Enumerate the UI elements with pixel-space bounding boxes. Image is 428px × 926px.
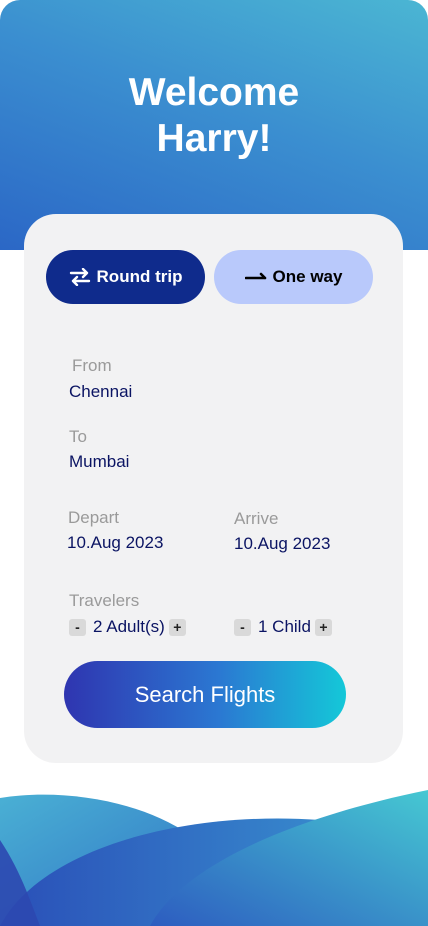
adults-stepper: - 2 Adult(s) + <box>69 617 186 637</box>
right-arrow-icon <box>244 272 266 280</box>
adults-count: 2 Adult(s) <box>93 617 165 636</box>
depart-date-field[interactable]: 10.Aug 2023 <box>67 533 163 553</box>
child-increment-button[interactable]: + <box>314 618 332 636</box>
one-way-button[interactable]: One way <box>214 250 373 304</box>
child-count: 1 Child <box>258 617 311 636</box>
welcome-line-2: Harry! <box>156 117 272 160</box>
welcome-line-1: Welcome <box>128 71 300 114</box>
arrive-date-field[interactable]: 10.Aug 2023 <box>234 534 330 554</box>
swap-arrows-icon <box>69 268 90 286</box>
to-field[interactable]: Mumbai <box>69 452 129 472</box>
round-trip-button[interactable]: Round trip <box>46 250 205 304</box>
from-label: From <box>72 356 112 375</box>
decorative-waves <box>0 790 428 926</box>
depart-label: Depart <box>68 508 120 527</box>
welcome-heading: Welcome Harry! <box>0 70 428 162</box>
booking-card: Round trip One way From Chennai To Mumba… <box>24 214 403 763</box>
one-way-label: One way <box>272 267 343 286</box>
round-trip-label: Round trip <box>96 267 183 286</box>
adults-decrement-button[interactable]: - <box>69 618 86 636</box>
arrive-label: Arrive <box>234 509 279 528</box>
travelers-label: Travelers <box>69 591 140 610</box>
from-field[interactable]: Chennai <box>69 382 132 402</box>
child-stepper: - 1 Child + <box>234 617 332 637</box>
adults-increment-button[interactable]: + <box>168 618 186 636</box>
search-flights-button[interactable]: Search Flights <box>64 661 346 728</box>
to-label: To <box>69 427 87 446</box>
child-decrement-button[interactable]: - <box>234 618 251 636</box>
